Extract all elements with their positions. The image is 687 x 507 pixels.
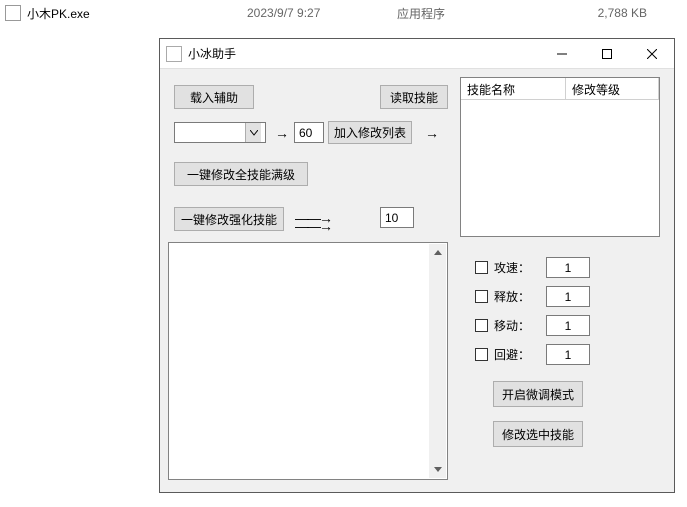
attack-speed-input[interactable] — [546, 257, 590, 278]
cast-row: 释放： — [475, 286, 590, 307]
minimize-button[interactable] — [539, 39, 584, 68]
col-modify-level[interactable]: 修改等级 — [566, 78, 659, 99]
move-label: 移动： — [494, 317, 530, 334]
scrollbar-vertical[interactable] — [429, 244, 446, 478]
maximize-icon — [602, 49, 612, 59]
start-tuning-button[interactable]: 开启微调模式 — [493, 381, 583, 407]
minimize-icon — [557, 49, 567, 59]
skill-listview[interactable]: 技能名称 修改等级 — [460, 77, 660, 237]
window-title: 小冰助手 — [188, 45, 539, 62]
move-row: 移动： — [475, 315, 590, 336]
file-size: 2,788 KB — [547, 6, 647, 20]
dodge-input[interactable] — [546, 344, 590, 365]
cast-input[interactable] — [546, 286, 590, 307]
dodge-checkbox[interactable] — [475, 348, 488, 361]
move-input[interactable] — [546, 315, 590, 336]
attack-speed-row: 攻速： — [475, 257, 590, 278]
dodge-row: 回避： — [475, 344, 590, 365]
modify-selected-button[interactable]: 修改选中技能 — [493, 421, 583, 447]
file-row[interactable]: 小木PK.exe 2023/9/7 9:27 应用程序 2,788 KB — [5, 3, 682, 23]
client-area: 载入辅助 读取技能 → 加入修改列表 → 一键修改全技能满级 一键修改强化技能 … — [160, 69, 674, 492]
enhance-input[interactable] — [380, 207, 414, 228]
listview-header: 技能名称 修改等级 — [461, 78, 659, 100]
arrow-right-icon: → — [422, 122, 442, 143]
close-button[interactable] — [629, 39, 674, 68]
max-all-skills-button[interactable]: 一键修改全技能满级 — [174, 162, 308, 186]
app-icon — [166, 46, 182, 62]
file-type: 应用程序 — [397, 5, 547, 22]
file-name: 小木PK.exe — [27, 5, 247, 22]
read-skills-button[interactable]: 读取技能 — [380, 85, 448, 109]
double-arrow-icon: ——→ — [295, 215, 331, 236]
dodge-label: 回避： — [494, 346, 530, 363]
attack-speed-label: 攻速： — [494, 259, 530, 276]
cast-checkbox[interactable] — [475, 290, 488, 303]
file-date: 2023/9/7 9:27 — [247, 6, 397, 20]
log-textarea[interactable] — [168, 242, 448, 480]
chevron-down-icon[interactable] — [245, 123, 261, 142]
arrow-right-icon: → — [272, 122, 292, 143]
load-assist-button[interactable]: 载入辅助 — [174, 85, 254, 109]
titlebar[interactable]: 小冰助手 — [160, 39, 674, 69]
exe-icon — [5, 5, 21, 21]
cast-label: 释放： — [494, 288, 530, 305]
skill-combo[interactable] — [174, 122, 266, 143]
maximize-button[interactable] — [584, 39, 629, 68]
scroll-up-icon[interactable] — [429, 244, 446, 261]
add-to-list-button[interactable]: 加入修改列表 — [328, 121, 412, 144]
level-input[interactable] — [294, 122, 324, 143]
col-skill-name[interactable]: 技能名称 — [461, 78, 566, 99]
attack-speed-checkbox[interactable] — [475, 261, 488, 274]
enhance-skills-button[interactable]: 一键修改强化技能 — [174, 207, 284, 231]
move-checkbox[interactable] — [475, 319, 488, 332]
scroll-down-icon[interactable] — [429, 461, 446, 478]
close-icon — [647, 49, 657, 59]
app-window: 小冰助手 载入辅助 读取技能 → 加入修改列表 → 一键修改全技能满级 一键修改 — [159, 38, 675, 493]
skill-combo-input[interactable] — [175, 123, 245, 142]
